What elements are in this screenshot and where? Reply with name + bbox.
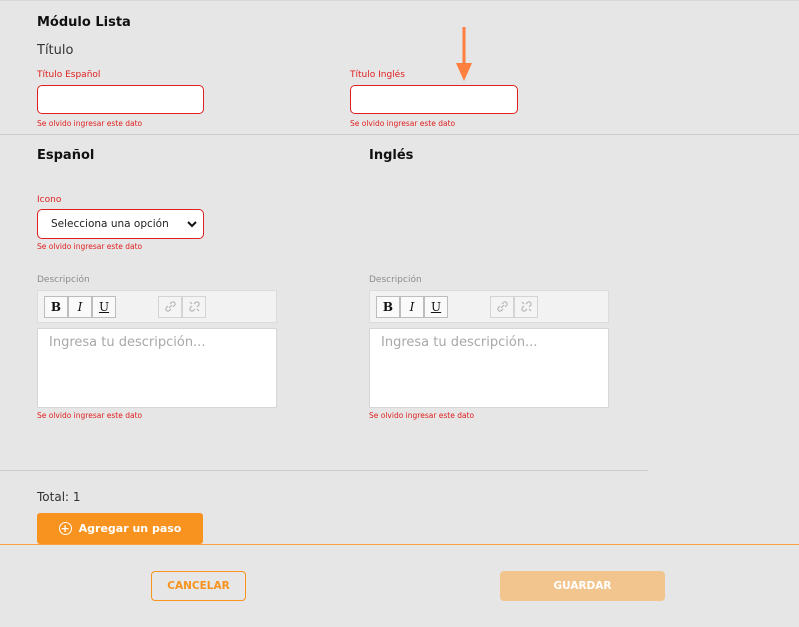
unlink-icon	[188, 301, 200, 312]
unlink-button[interactable]	[514, 295, 538, 318]
unlink-icon	[520, 301, 532, 312]
bold-button[interactable]: B	[376, 295, 400, 318]
underline-button[interactable]: U	[424, 295, 448, 318]
link-button[interactable]	[490, 295, 514, 318]
total-count: Total: 1	[37, 490, 81, 504]
arrow-down-icon	[456, 27, 472, 81]
title-en-label: Título Inglés	[350, 70, 405, 80]
add-step-button[interactable]: + Agregar un paso	[37, 513, 203, 544]
description-en-toolbar: B I U	[369, 290, 609, 323]
plus-circle-icon: +	[58, 522, 72, 535]
description-en-error: Se olvido ingresar este dato	[369, 411, 475, 420]
divider	[0, 470, 648, 471]
description-en-textarea[interactable]: Ingresa tu descripción...	[369, 328, 609, 408]
underline-button[interactable]: U	[92, 295, 116, 318]
description-es-error: Se olvido ingresar este dato	[37, 411, 143, 420]
module-title: Módulo Lista	[37, 15, 131, 30]
title-en-error: Se olvido ingresar este dato	[350, 119, 456, 128]
icon-error: Se olvido ingresar este dato	[37, 242, 143, 251]
italic-button[interactable]: I	[68, 295, 92, 318]
spanish-heading: Español	[37, 148, 95, 163]
chevron-down-icon	[187, 220, 197, 227]
link-button[interactable]	[158, 295, 182, 318]
top-border	[0, 0, 799, 1]
description-es-label: Descripción	[37, 275, 90, 285]
cancel-button[interactable]: CANCELAR	[151, 571, 246, 601]
divider	[0, 134, 799, 135]
description-es-toolbar: B I U	[37, 290, 277, 323]
unlink-button[interactable]	[182, 295, 206, 318]
footer-divider	[0, 544, 799, 545]
description-es-textarea[interactable]: Ingresa tu descripción...	[37, 328, 277, 408]
title-en-input[interactable]	[350, 85, 518, 114]
link-icon	[164, 301, 176, 312]
italic-button[interactable]: I	[400, 295, 424, 318]
title-es-label: Título Español	[37, 70, 101, 80]
save-button[interactable]: GUARDAR	[500, 571, 665, 601]
link-icon	[496, 301, 508, 312]
english-heading: Inglés	[369, 148, 414, 163]
title-es-error: Se olvido ingresar este dato	[37, 119, 143, 128]
description-en-label: Descripción	[369, 275, 422, 285]
icon-select-value: Selecciona una opción	[51, 218, 169, 230]
add-step-label: Agregar un paso	[78, 522, 182, 535]
icon-label: Icono	[37, 195, 62, 205]
title-es-input[interactable]	[37, 85, 204, 114]
bold-button[interactable]: B	[44, 295, 68, 318]
section-label: Título	[37, 43, 74, 58]
icon-select[interactable]: Selecciona una opción	[37, 209, 204, 239]
